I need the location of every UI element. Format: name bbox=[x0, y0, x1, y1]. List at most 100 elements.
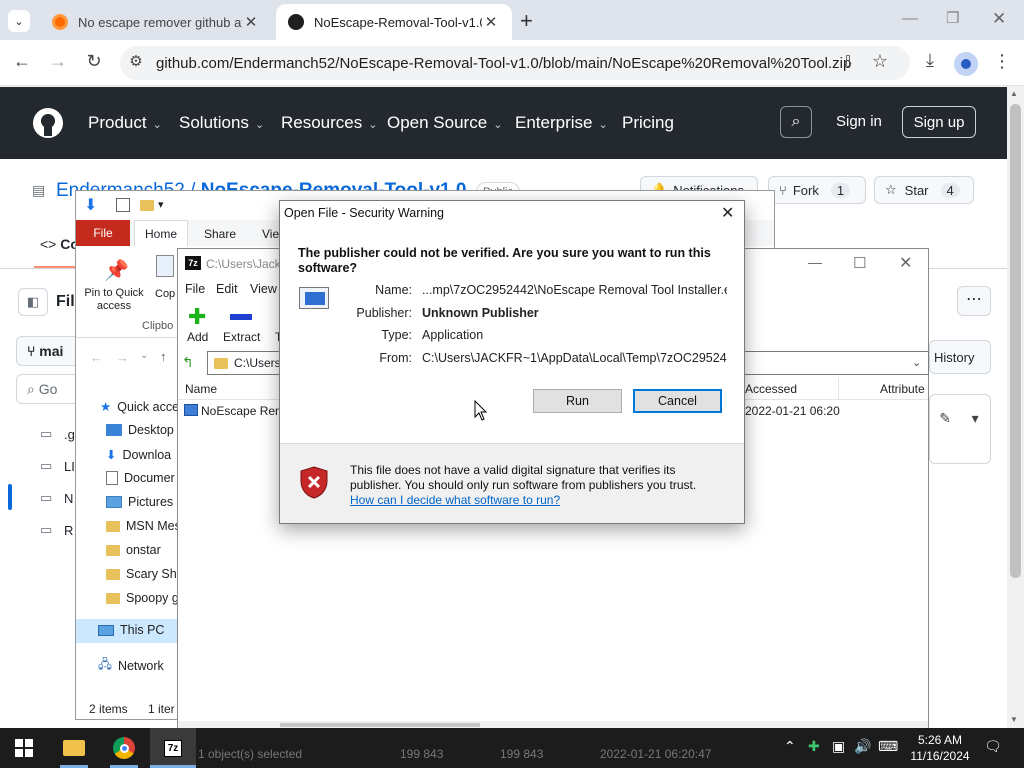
nav-downloads[interactable]: ⬇ Downloa bbox=[106, 447, 172, 463]
github-logo-icon[interactable] bbox=[32, 107, 64, 139]
clock[interactable]: 5:26 AM 11/16/2024 bbox=[908, 732, 972, 764]
add-button[interactable]: Add bbox=[187, 330, 208, 344]
start-windows-icon[interactable] bbox=[10, 734, 38, 762]
nav-product[interactable]: Product ⌄ bbox=[88, 113, 162, 133]
nav-pricing[interactable]: Pricing bbox=[622, 113, 674, 133]
tab-code[interactable]: <> Co bbox=[40, 236, 79, 252]
close-icon[interactable]: ✕ bbox=[482, 13, 500, 31]
volume-icon[interactable]: 🔊 bbox=[854, 738, 871, 755]
pencil-icon[interactable]: ✎ bbox=[939, 410, 951, 427]
nav-desktop[interactable]: Desktop bbox=[106, 423, 174, 437]
window-close-icon[interactable]: ✕ bbox=[899, 253, 912, 273]
tab-search[interactable]: No escape remover github at D ✕ bbox=[40, 4, 272, 40]
address-bar[interactable]: github.com/Endermanch52/NoEscape-Removal… bbox=[120, 46, 910, 80]
menu-edit[interactable]: Edit bbox=[216, 282, 238, 296]
up-icon[interactable]: ↑ bbox=[160, 349, 167, 364]
field-value-name: ...mp\7zOC2952442\NoEscape Removal Tool … bbox=[422, 283, 727, 297]
nav-folder[interactable]: onstar bbox=[106, 543, 161, 557]
nav-folder[interactable]: Scary Shi bbox=[106, 567, 180, 581]
nav-resources[interactable]: Resources ⌄ bbox=[281, 113, 377, 133]
run-button[interactable]: Run bbox=[533, 389, 622, 413]
horizontal-scroll-thumb[interactable] bbox=[280, 723, 480, 727]
properties-icon[interactable] bbox=[116, 198, 130, 212]
nav-quick-access[interactable]: ★ Quick acce bbox=[100, 399, 179, 415]
nav-this-pc[interactable]: This PC bbox=[98, 623, 164, 637]
history-button[interactable]: History bbox=[929, 340, 991, 374]
minimize-icon[interactable]: — bbox=[902, 10, 918, 28]
reload-icon[interactable]: ↻ bbox=[82, 51, 106, 72]
7zip-taskbar-icon[interactable]: 7z bbox=[159, 734, 187, 762]
chevron-down-icon[interactable]: ⌄ bbox=[912, 356, 921, 369]
notifications-icon[interactable]: 🗨 bbox=[984, 738, 1002, 755]
network-icon[interactable]: ▣ bbox=[832, 738, 845, 755]
nav-open-source[interactable]: Open Source ⌄ bbox=[387, 113, 502, 133]
column-accessed[interactable]: Accessed bbox=[745, 382, 797, 396]
keyboard-icon[interactable]: ⌨ bbox=[878, 738, 898, 755]
nav-enterprise[interactable]: Enterprise ⌄ bbox=[515, 113, 608, 133]
scrollbar-thumb[interactable] bbox=[1010, 104, 1021, 578]
chevron-up-icon[interactable]: ⌃ bbox=[784, 738, 796, 755]
sign-in-link[interactable]: Sign in bbox=[836, 113, 882, 130]
minimize-icon[interactable]: — bbox=[808, 254, 822, 270]
star-button[interactable]: ☆ Star 4 bbox=[874, 176, 974, 204]
new-tab-button[interactable]: + bbox=[520, 8, 533, 34]
file-explorer-taskbar-icon[interactable] bbox=[60, 734, 88, 762]
more-options-icon[interactable]: ⋯ bbox=[957, 286, 991, 316]
forward-icon[interactable]: → bbox=[46, 51, 70, 72]
ribbon-share-tab[interactable]: Share bbox=[204, 227, 236, 241]
chrome-taskbar-icon[interactable] bbox=[110, 734, 138, 762]
column-attributes[interactable]: Attribute bbox=[880, 382, 925, 396]
install-app-icon[interactable]: ⇩ bbox=[836, 52, 860, 72]
cancel-button[interactable]: Cancel bbox=[633, 389, 722, 413]
file-item[interactable]: N bbox=[64, 491, 73, 506]
menu-icon[interactable]: ⋮ bbox=[990, 51, 1014, 72]
sign-up-button[interactable]: Sign up bbox=[902, 106, 976, 138]
maximize-icon[interactable]: ☐ bbox=[853, 254, 866, 272]
ribbon-file-tab[interactable]: File bbox=[76, 220, 130, 246]
chevron-down-icon[interactable]: ▾ bbox=[972, 410, 979, 427]
window-close-icon[interactable]: ✕ bbox=[992, 9, 1006, 29]
nav-network[interactable]: 🖧 Network bbox=[98, 655, 164, 676]
downloads-icon[interactable]: ⤓ bbox=[918, 50, 942, 71]
fork-button[interactable]: ⑂ Fork 1 bbox=[768, 176, 866, 204]
close-icon[interactable]: ✕ bbox=[721, 203, 734, 223]
ribbon-view-tab[interactable]: Vie bbox=[262, 227, 279, 241]
ribbon-home-tab[interactable]: Home bbox=[134, 220, 188, 246]
file-item[interactable]: R bbox=[64, 523, 73, 538]
sidebar-toggle-icon[interactable]: ◧ bbox=[18, 288, 48, 316]
app-tray-icon[interactable]: ✚ bbox=[808, 738, 820, 755]
copy-button[interactable]: Cop bbox=[155, 288, 175, 300]
restore-icon[interactable]: ❐ bbox=[946, 9, 959, 27]
file-item[interactable]: .g bbox=[64, 427, 75, 442]
back-icon[interactable]: ← bbox=[90, 350, 103, 365]
column-name[interactable]: Name bbox=[185, 382, 217, 396]
pin-to-quick-access-button[interactable]: Pin to Quick access bbox=[82, 287, 146, 313]
nav-folder[interactable]: Spoopy g bbox=[106, 591, 179, 605]
nav-label: Downloa bbox=[122, 447, 172, 462]
menu-view[interactable]: View bbox=[250, 282, 277, 296]
forward-icon[interactable]: → bbox=[116, 350, 129, 365]
nav-pictures[interactable]: Pictures bbox=[106, 495, 173, 509]
nav-solutions[interactable]: Solutions ⌄ bbox=[179, 113, 264, 133]
back-icon[interactable]: ← bbox=[10, 51, 34, 72]
menu-file[interactable]: File bbox=[185, 282, 205, 296]
up-folder-icon[interactable]: ↰ bbox=[182, 354, 194, 371]
quick-access-dropdown-icon[interactable]: ▾ bbox=[158, 198, 164, 211]
nav-documents[interactable]: Documer bbox=[106, 471, 175, 485]
file-item[interactable]: LI bbox=[64, 459, 75, 474]
nav-folder[interactable]: MSN Mes bbox=[106, 519, 181, 533]
scroll-up-icon[interactable]: ▲ bbox=[1010, 89, 1018, 98]
tab-github[interactable]: NoEscape-Removal-Tool-v1.0/N ✕ bbox=[276, 4, 512, 40]
extract-button[interactable]: Extract bbox=[223, 330, 260, 344]
bookmark-star-icon[interactable]: ☆ bbox=[868, 51, 892, 72]
site-info-icon[interactable]: ⚙ bbox=[124, 52, 148, 70]
folder-icon[interactable] bbox=[140, 199, 154, 214]
search-icon[interactable]: ⌕ bbox=[780, 106, 812, 138]
edit-controls[interactable]: ✎ ▾ bbox=[929, 404, 989, 432]
tab-search-icon[interactable]: ⌄ bbox=[8, 10, 30, 32]
profile-avatar[interactable] bbox=[954, 52, 978, 76]
scroll-down-icon[interactable]: ▼ bbox=[1010, 715, 1018, 724]
close-icon[interactable]: ✕ bbox=[242, 13, 260, 31]
help-link[interactable]: How can I decide what software to run? bbox=[350, 493, 560, 507]
chevron-down-icon[interactable]: ⌄ bbox=[140, 350, 148, 361]
